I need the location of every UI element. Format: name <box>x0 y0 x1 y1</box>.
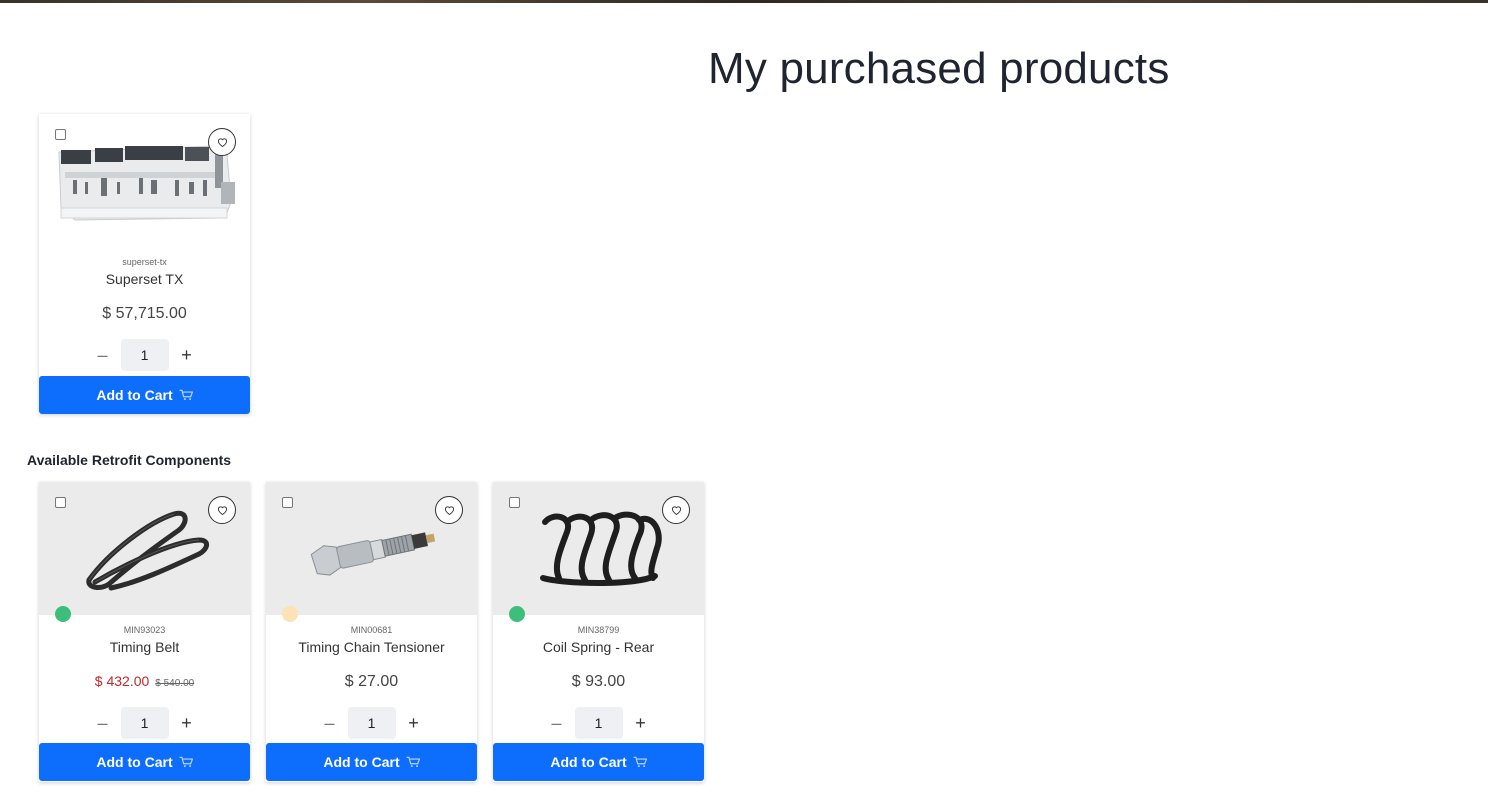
add-to-cart-button[interactable]: Add to Cart <box>39 743 250 781</box>
add-to-cart-label: Add to Cart <box>96 387 173 403</box>
quantity-stepper: – 1 + <box>39 339 250 371</box>
increase-qty-button[interactable]: + <box>169 345 205 366</box>
add-to-cart-button[interactable]: Add to Cart <box>266 743 477 781</box>
increase-qty-button[interactable]: + <box>169 713 205 734</box>
quantity-input[interactable]: 1 <box>120 339 169 371</box>
favorite-button[interactable] <box>208 128 236 156</box>
original-price: $ 540.00 <box>155 678 195 689</box>
decrease-qty-button[interactable]: – <box>312 713 348 734</box>
product-card: MIN00681 Timing Chain Tensioner $ 27.00 … <box>266 482 477 782</box>
select-checkbox[interactable] <box>282 497 293 508</box>
product-card: MIN93023 Timing Belt $ 432.00 $ 540.00 – … <box>39 482 250 782</box>
product-image-area <box>39 482 250 622</box>
product-sku: MIN93023 <box>123 625 166 635</box>
add-to-cart-button[interactable]: Add to Cart <box>493 743 704 781</box>
add-to-cart-button[interactable]: Add to Cart <box>39 376 250 414</box>
favorite-button[interactable] <box>208 496 236 524</box>
stock-status-dot <box>55 606 71 622</box>
product-image-area <box>493 482 704 622</box>
page-title: My purchased products <box>708 44 1170 93</box>
decrease-qty-button[interactable]: – <box>539 713 575 734</box>
product-name[interactable]: Coil Spring - Rear <box>493 639 704 655</box>
product-name[interactable]: Superset TX <box>39 271 250 287</box>
heart-icon <box>671 506 681 515</box>
quantity-input[interactable]: 1 <box>347 707 396 739</box>
product-sku: MIN38799 <box>577 625 620 635</box>
cart-icon <box>179 389 193 401</box>
cart-icon <box>633 756 647 768</box>
stock-status-dot <box>282 606 298 622</box>
quantity-stepper: – 1 + <box>266 707 477 739</box>
select-checkbox[interactable] <box>55 129 66 140</box>
quantity-stepper: – 1 + <box>493 707 704 739</box>
sale-price: $ 432.00 <box>94 673 150 689</box>
decrease-qty-button[interactable]: – <box>85 713 121 734</box>
increase-qty-button[interactable]: + <box>623 713 659 734</box>
select-checkbox[interactable] <box>55 497 66 508</box>
favorite-button[interactable] <box>435 496 463 524</box>
quantity-input[interactable]: 1 <box>574 707 623 739</box>
quantity-input[interactable]: 1 <box>120 707 169 739</box>
product-price: $ 57,715.00 <box>102 305 187 322</box>
product-name[interactable]: Timing Chain Tensioner <box>266 639 477 655</box>
section-title: Available Retrofit Components <box>27 452 232 468</box>
heart-icon <box>444 506 454 515</box>
add-to-cart-label: Add to Cart <box>96 754 173 770</box>
top-banner-strip <box>0 0 1488 3</box>
product-sku: superset-tx <box>122 257 167 267</box>
cart-icon <box>179 756 193 768</box>
product-card: superset-tx Superset TX $ 57,715.00 – 1 … <box>39 114 250 414</box>
product-price: $ 27.00 <box>344 673 399 690</box>
cart-icon <box>406 756 420 768</box>
heart-icon <box>217 506 227 515</box>
increase-qty-button[interactable]: + <box>396 713 432 734</box>
heart-icon <box>217 138 227 147</box>
product-name[interactable]: Timing Belt <box>39 639 250 655</box>
quantity-stepper: – 1 + <box>39 707 250 739</box>
decrease-qty-button[interactable]: – <box>85 345 121 366</box>
product-price: $ 93.00 <box>571 673 626 690</box>
select-checkbox[interactable] <box>509 497 520 508</box>
product-card: MIN38799 Coil Spring - Rear $ 93.00 – 1 … <box>493 482 704 782</box>
product-sku: MIN00681 <box>350 625 393 635</box>
stock-status-dot <box>509 606 525 622</box>
product-price: $ 432.00 $ 540.00 <box>39 673 250 693</box>
product-image-area <box>39 114 250 247</box>
add-to-cart-label: Add to Cart <box>550 754 627 770</box>
product-image-area <box>266 482 477 622</box>
add-to-cart-label: Add to Cart <box>323 754 400 770</box>
favorite-button[interactable] <box>662 496 690 524</box>
